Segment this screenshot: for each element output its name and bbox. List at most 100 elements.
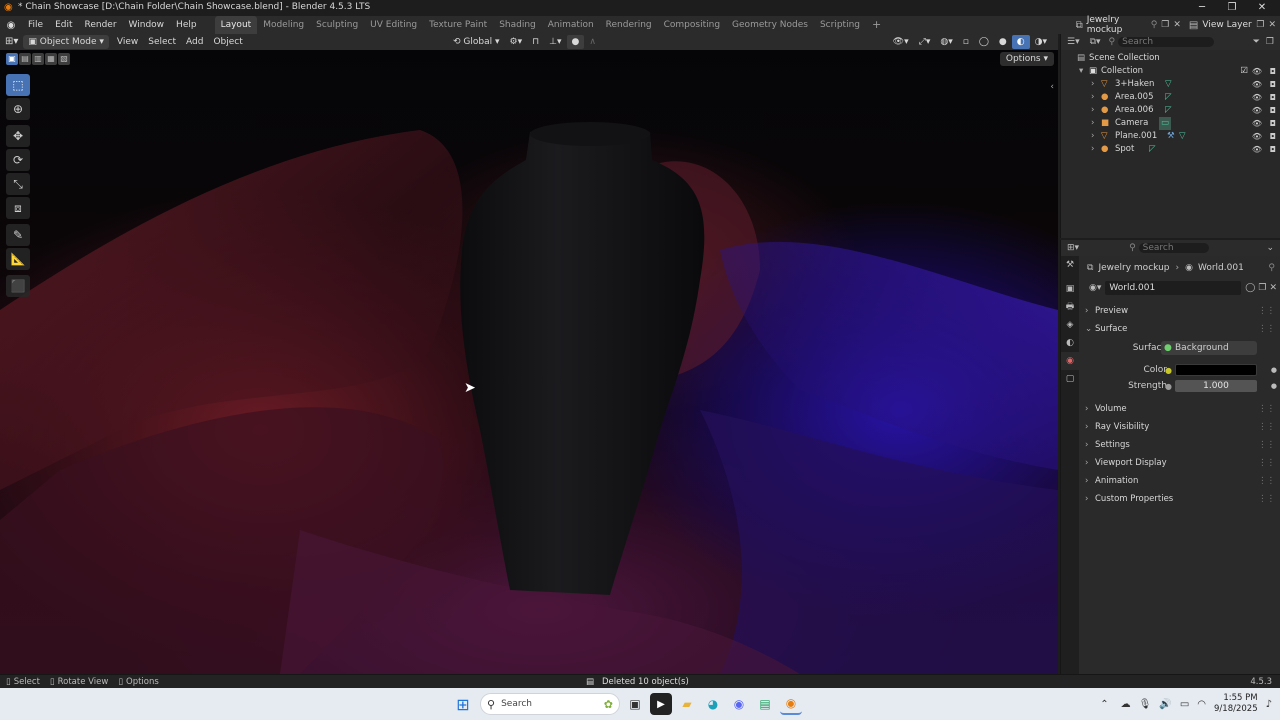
wifi-icon[interactable]: ◠ (1197, 699, 1206, 710)
menu-select[interactable]: Select (143, 35, 181, 49)
expand-chevron-icon[interactable]: › (1091, 91, 1094, 104)
pin-icon[interactable]: ⚲ (1268, 263, 1275, 273)
panel-custom-properties[interactable]: › Custom Properties ⋮⋮ (1081, 490, 1280, 508)
terminal-app-icon[interactable]: ▤ (754, 693, 776, 715)
cloud-icon[interactable]: ☁ (1121, 699, 1131, 710)
xray-icon[interactable]: ▫ (958, 35, 974, 49)
tab-modeling[interactable]: Modeling (257, 16, 310, 34)
material-shading-icon[interactable]: ◐ (1011, 35, 1030, 49)
scene-icon[interactable]: ⧉ (1076, 20, 1083, 31)
eye-icon[interactable]: 👁 (1252, 104, 1262, 117)
3d-viewport[interactable]: ▣ ▤ ▥ ▦ ▧ ⬚ ⊕ ✥ ⟳ ⤡ ⧈ ✎ 📐 ⬛ Options ▾ ‹ … (0, 50, 1058, 674)
volume-icon[interactable]: 🔊 (1159, 699, 1171, 710)
microphone-icon[interactable]: 🎙 (1139, 699, 1152, 710)
tab-layout[interactable]: Layout (214, 16, 258, 34)
surface-shader-field[interactable]: ● Background (1161, 341, 1257, 355)
view-layer-field[interactable]: View Layer (1202, 20, 1256, 30)
display-icon[interactable]: ▭ (1180, 699, 1189, 710)
tab-shading[interactable]: Shading (493, 16, 542, 34)
annotate-tool-icon[interactable]: ✎ (6, 224, 30, 246)
select-new-icon[interactable]: ▣ (6, 53, 18, 65)
rotate-tool-icon[interactable]: ⟳ (6, 149, 30, 171)
render-camera-icon[interactable]: ◘ (1270, 117, 1276, 130)
unlink-world-icon[interactable]: ✕ (1269, 283, 1277, 293)
blender-app-icon[interactable]: ◉ (780, 693, 802, 715)
close-button[interactable]: ✕ (1254, 1, 1270, 15)
eye-icon[interactable]: 👁 (1252, 130, 1262, 143)
edge-browser-icon[interactable]: ◕ (702, 693, 724, 715)
new-scene-icon[interactable]: ❐ (1161, 20, 1169, 30)
tab-sculpting[interactable]: Sculpting (310, 16, 364, 34)
keyframe-dot-icon[interactable]: ● (1271, 366, 1277, 374)
falloff-icon[interactable]: ∧ (584, 35, 601, 49)
strength-field[interactable]: 1.000 (1175, 380, 1257, 392)
world-name-field[interactable]: World.001 (1105, 281, 1242, 295)
outliner-collection[interactable]: ▾ ▣ Collection ☑ 👁 ◘ (1061, 65, 1280, 78)
drag-handle-icon[interactable]: ⋮⋮ (1258, 472, 1275, 490)
render-camera-icon[interactable]: ◘ (1270, 104, 1276, 117)
fake-user-icon[interactable]: ◯ (1245, 283, 1255, 293)
view-layer-tab-icon[interactable]: ◈ (1061, 316, 1079, 334)
tab-animation[interactable]: Animation (542, 16, 600, 34)
solid-shading-icon[interactable]: ● (994, 35, 1012, 49)
display-mode-icon[interactable]: ⧉▾ (1090, 37, 1101, 47)
outliner-search-input[interactable]: Search (1118, 37, 1215, 47)
drag-handle-icon[interactable]: ⋮⋮ (1258, 302, 1275, 320)
expand-chevron-icon[interactable]: › (1091, 130, 1094, 143)
view-layer-icon[interactable]: ▤ (1189, 20, 1198, 31)
render-camera-icon[interactable]: ◘ (1270, 91, 1276, 104)
panel-viewport-display[interactable]: › Viewport Display ⋮⋮ (1081, 454, 1280, 472)
expand-chevron-icon[interactable]: ▾ (1079, 65, 1083, 78)
add-workspace-button[interactable]: + (866, 16, 887, 34)
world-browse-icon[interactable]: ◉▾ (1089, 283, 1101, 293)
notification-bell-icon[interactable]: ♪ (1266, 699, 1272, 710)
panel-preview[interactable]: › Preview ⋮⋮ (1081, 302, 1280, 320)
menu-add[interactable]: Add (181, 35, 208, 49)
select-invert-icon[interactable]: ▦ (45, 53, 57, 65)
outliner-row-plane001[interactable]: › ▽ Plane.001 ⚒ ▽ 👁 ◘ (1061, 130, 1280, 143)
clock[interactable]: 1:55 PM 9/18/2025 (1214, 693, 1258, 715)
tab-compositing[interactable]: Compositing (658, 16, 726, 34)
keyframe-dot-icon[interactable]: ● (1271, 382, 1277, 390)
properties-editor-icon[interactable]: ⊞▾ (1067, 243, 1079, 253)
scale-tool-icon[interactable]: ⤡ (6, 173, 30, 195)
render-camera-icon[interactable]: ◘ (1270, 143, 1276, 156)
blender-menu-icon[interactable]: ◉ (0, 20, 22, 31)
menu-help[interactable]: Help (170, 16, 203, 34)
editor-type-icon[interactable]: ⊞▾ (0, 35, 23, 49)
panel-volume[interactable]: › Volume ⋮⋮ (1081, 400, 1280, 418)
select-box-tool-icon[interactable]: ⬚ (6, 74, 30, 96)
expand-chevron-icon[interactable]: › (1091, 78, 1094, 91)
proportional-edit-icon[interactable]: ● (566, 35, 585, 49)
duplicate-world-icon[interactable]: ❐ (1258, 283, 1266, 293)
render-camera-icon[interactable]: ◘ (1270, 65, 1276, 78)
collection-tab-icon[interactable]: ▢ (1061, 370, 1079, 388)
drag-handle-icon[interactable]: ⋮⋮ (1258, 490, 1275, 508)
expand-chevron-icon[interactable]: › (1091, 143, 1094, 156)
properties-search-input[interactable]: Search (1138, 243, 1209, 253)
render-camera-icon[interactable]: ◘ (1270, 78, 1276, 91)
eye-icon[interactable]: 👁 (1252, 65, 1262, 78)
menu-object[interactable]: Object (208, 35, 247, 49)
discord-icon[interactable]: ◉ (728, 693, 750, 715)
outliner-row-camera[interactable]: › ■ Camera ▭ 👁 ◘ (1061, 117, 1280, 130)
cursor-tool-icon[interactable]: ⊕ (6, 98, 30, 120)
tray-chevron-icon[interactable]: ⌃ (1100, 699, 1108, 710)
expand-chevron-icon[interactable]: › (1091, 104, 1094, 117)
select-subtract-icon[interactable]: ▥ (32, 53, 44, 65)
visibility-icon[interactable]: 👁▾ (888, 35, 914, 49)
new-collection-icon[interactable]: ❐ (1266, 37, 1274, 47)
new-view-layer-icon[interactable]: ❐ (1256, 20, 1264, 30)
rendered-shading-icon[interactable]: ◑▾ (1030, 35, 1052, 49)
eye-icon[interactable]: 👁 (1252, 78, 1262, 91)
eye-icon[interactable]: 👁 (1252, 143, 1262, 156)
expand-chevron-icon[interactable]: › (1091, 117, 1094, 130)
outliner-row-area006[interactable]: › ● Area.006 ◸ 👁 ◘ (1061, 104, 1280, 117)
tool-tab-icon[interactable]: ⚒ (1061, 256, 1079, 274)
sidebar-toggle-icon[interactable]: ‹ (1050, 82, 1054, 92)
panel-animation[interactable]: › Animation ⋮⋮ (1081, 472, 1280, 490)
outliner-row-area005[interactable]: › ● Area.005 ◸ 👁 ◘ (1061, 91, 1280, 104)
panel-settings[interactable]: › Settings ⋮⋮ (1081, 436, 1280, 454)
filter-icon[interactable]: ⏷ (1253, 37, 1260, 47)
add-cube-tool-icon[interactable]: ⬛ (6, 275, 30, 297)
